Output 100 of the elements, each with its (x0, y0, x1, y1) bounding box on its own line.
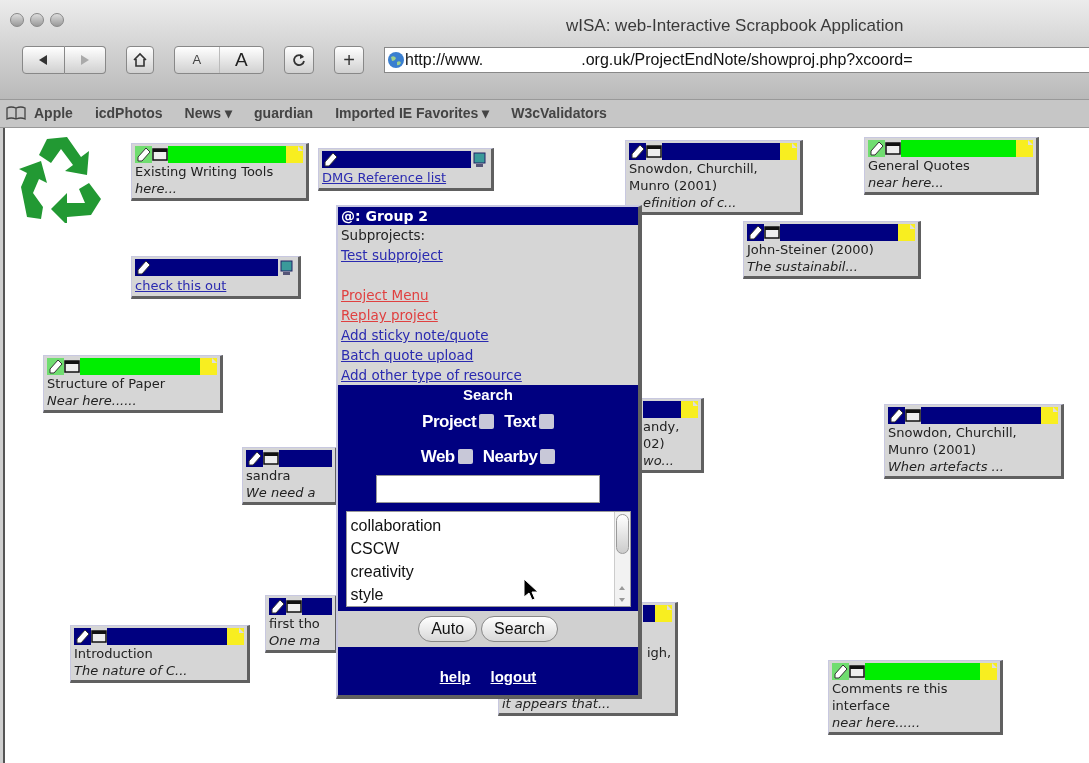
window-icon (646, 143, 662, 160)
note-corner-icon (200, 358, 217, 375)
bookmark-link[interactable]: Imported IE Favorites ▾ (335, 103, 490, 124)
pencil-icon (135, 259, 152, 276)
smaller-text-button[interactable]: A (175, 47, 219, 73)
pencil-icon (888, 407, 905, 424)
note-corner-icon (227, 628, 244, 645)
note-title: Structure of Paper (47, 375, 167, 392)
checkbox-label: Nearby (482, 445, 538, 468)
footer-link[interactable]: help (439, 665, 471, 689)
keyword-list[interactable]: collaboration CSCW creativity style (345, 511, 631, 607)
note-corner-icon (1016, 140, 1033, 157)
window-icon (286, 598, 302, 615)
sticky-note[interactable]: first tho One ma (265, 595, 338, 653)
pencil-icon (868, 140, 885, 157)
window-icon (64, 358, 80, 375)
panel-title: @: Group 2 (338, 207, 638, 225)
list-item[interactable]: creativity (350, 560, 614, 583)
note-subtitle: The nature of C... (74, 662, 189, 679)
checkbox[interactable] (540, 449, 556, 464)
note-corner-icon (780, 143, 797, 160)
note-title: andy, 02) (643, 418, 681, 452)
sticky-note[interactable]: DMG Reference list (318, 148, 494, 191)
window-icon (885, 140, 901, 157)
window-icon (152, 146, 168, 163)
note-title: Snowdon, Churchill, Munro (2001) (888, 424, 1018, 458)
sticky-note[interactable]: Snowdon, Churchill, Munro (2001) efinition of c... (625, 140, 803, 215)
pencil-icon (747, 224, 764, 241)
list-item[interactable]: collaboration (350, 514, 614, 537)
sticky-note[interactable]: sandra We need a (242, 447, 338, 505)
bookmark-link[interactable]: Apple (34, 103, 73, 124)
reload-button[interactable] (284, 46, 314, 74)
checkbox[interactable] (457, 449, 473, 464)
note-corner-icon (655, 605, 672, 622)
checkbox-label: Text (504, 410, 536, 433)
menu-link[interactable]: Add sticky note/quote (341, 325, 489, 345)
menu-link[interactable]: Add other type of resource (341, 365, 522, 385)
bookmark-link[interactable]: guardian (254, 103, 314, 124)
window-icon (91, 628, 107, 645)
note-subtitle: efinition of c... (642, 194, 738, 211)
minimize-window-button[interactable] (30, 13, 44, 27)
sticky-note[interactable]: Snowdon, Churchill, Munro (2001) When artefacts ... (884, 404, 1064, 479)
window-icon (905, 407, 921, 424)
note-title: Introduction (74, 645, 154, 662)
note-link[interactable]: check this out (135, 276, 295, 295)
sticky-note[interactable]: Comments re this interface near here...... (828, 660, 1003, 735)
scrollbar[interactable] (613, 512, 630, 606)
note-subtitle: We need a (246, 484, 317, 501)
menu-link[interactable]: Batch quote upload (341, 345, 474, 365)
bookmark-link[interactable]: icdPhotos (94, 103, 163, 124)
checkbox-label: Project (422, 410, 477, 433)
note-subtitle: Near here...... (47, 392, 138, 409)
note-subtitle: here... (135, 180, 178, 197)
sticky-note[interactable]: Existing Writing Tools here... (131, 143, 309, 201)
search-button[interactable]: Search (481, 616, 558, 642)
close-window-button[interactable] (10, 13, 24, 27)
computer-icon (278, 259, 295, 276)
note-corner-icon (681, 401, 698, 418)
pencil-icon (269, 598, 286, 615)
back-button[interactable] (22, 46, 65, 74)
list-item[interactable]: style (350, 583, 614, 606)
search-field[interactable] (376, 475, 600, 503)
url-field[interactable]: http://www. .org.uk/ProjectEndNote/showproj.php?xcoord= (384, 47, 1089, 73)
bookmarks-book-icon[interactable] (6, 106, 26, 120)
back-icon (37, 54, 50, 66)
bookmark-link[interactable]: W3cValidators (511, 103, 607, 124)
sticky-note[interactable]: John-Steiner (2000) The sustainabil... (743, 221, 921, 279)
home-button[interactable] (126, 46, 154, 74)
home-icon (132, 52, 148, 68)
note-link[interactable]: DMG Reference list (322, 168, 488, 187)
checkbox-label: Web (420, 445, 455, 468)
window-icon (764, 224, 780, 241)
note-subtitle: One ma (269, 632, 322, 649)
note-title: igh, (646, 644, 672, 661)
zoom-window-button[interactable] (50, 13, 64, 27)
sticky-note[interactable]: Introduction The nature of C... (70, 625, 250, 683)
add-bookmark-button[interactable]: + (334, 46, 364, 74)
globe-icon (387, 51, 405, 69)
note-title: John-Steiner (2000) (747, 241, 875, 258)
note-corner-icon (1041, 407, 1058, 424)
sticky-note[interactable]: andy, 02) wo... (639, 398, 704, 473)
search-button[interactable]: Auto (418, 616, 478, 642)
bigger-text-button[interactable]: A (218, 47, 263, 73)
footer-link[interactable]: logout (490, 665, 537, 689)
note-corner-icon (898, 224, 915, 241)
note-title: General Quotes (868, 157, 971, 174)
note-subtitle: near here...... (832, 714, 922, 731)
note-corner-icon (980, 663, 997, 680)
window-icon (849, 663, 865, 680)
note-subtitle: wo... (643, 452, 675, 469)
sticky-note[interactable]: check this out (131, 256, 301, 299)
subproject-link[interactable]: Test subproject (341, 245, 443, 265)
list-item[interactable]: CSCW (350, 537, 614, 560)
pencil-icon (629, 143, 646, 160)
scrollbar-thumb[interactable] (615, 514, 629, 554)
checkbox[interactable] (479, 414, 495, 429)
checkbox[interactable] (538, 414, 554, 429)
bookmark-link[interactable]: News ▾ (184, 103, 233, 124)
sticky-note[interactable]: Structure of Paper Near here...... (43, 355, 223, 413)
sticky-note[interactable]: General Quotes near here... (864, 137, 1039, 195)
